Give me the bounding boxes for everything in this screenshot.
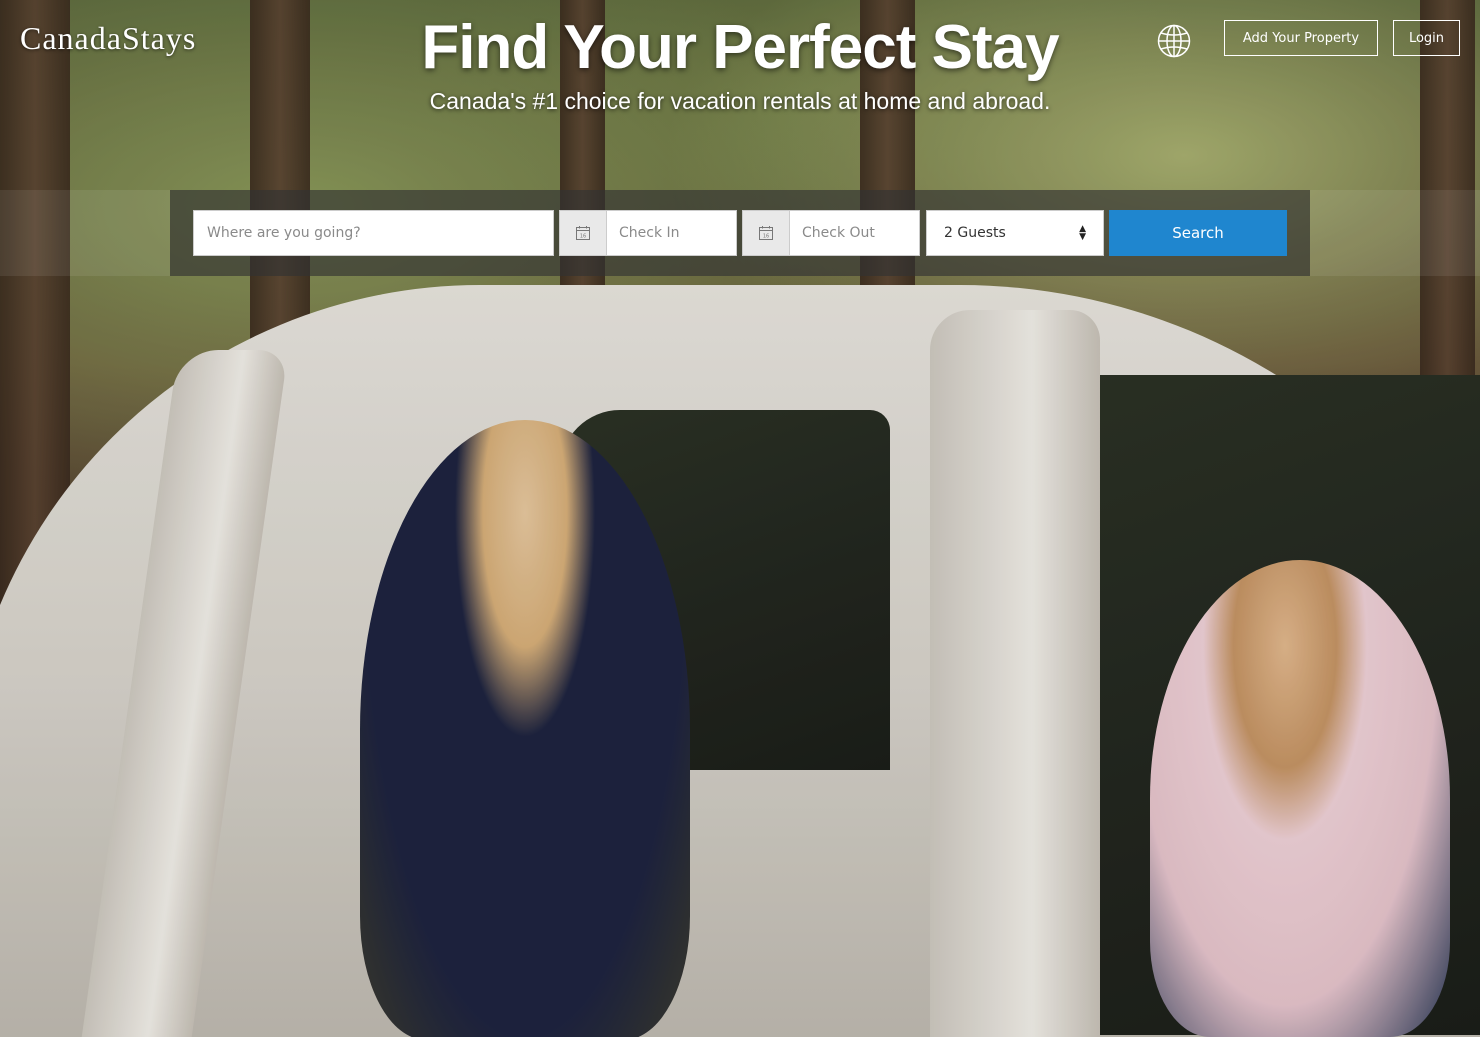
destination-input[interactable]	[194, 211, 553, 255]
destination-field[interactable]	[193, 210, 554, 256]
guests-selected-value: 2 Guests	[944, 225, 1006, 241]
calendar-icon[interactable]: 16	[743, 211, 790, 255]
add-property-button[interactable]: Add Your Property	[1224, 20, 1378, 56]
hero-background-photo	[0, 0, 1480, 1037]
check-out-input[interactable]	[790, 211, 919, 255]
login-button[interactable]: Login	[1393, 20, 1460, 56]
calendar-icon[interactable]: 16	[560, 211, 607, 255]
search-button[interactable]: Search	[1109, 210, 1287, 256]
check-in-input[interactable]	[607, 211, 736, 255]
globe-icon[interactable]	[1157, 24, 1191, 58]
svg-text:16: 16	[580, 234, 586, 240]
check-out-field[interactable]: 16	[742, 210, 920, 256]
select-arrows-icon: ▲ ▼	[1079, 224, 1086, 242]
hero-subtitle: Canada's #1 choice for vacation rentals …	[429, 88, 1051, 114]
svg-text:16: 16	[763, 234, 769, 240]
guests-select[interactable]: 2 Guests ▲ ▼	[926, 210, 1104, 256]
check-in-field[interactable]: 16	[559, 210, 737, 256]
